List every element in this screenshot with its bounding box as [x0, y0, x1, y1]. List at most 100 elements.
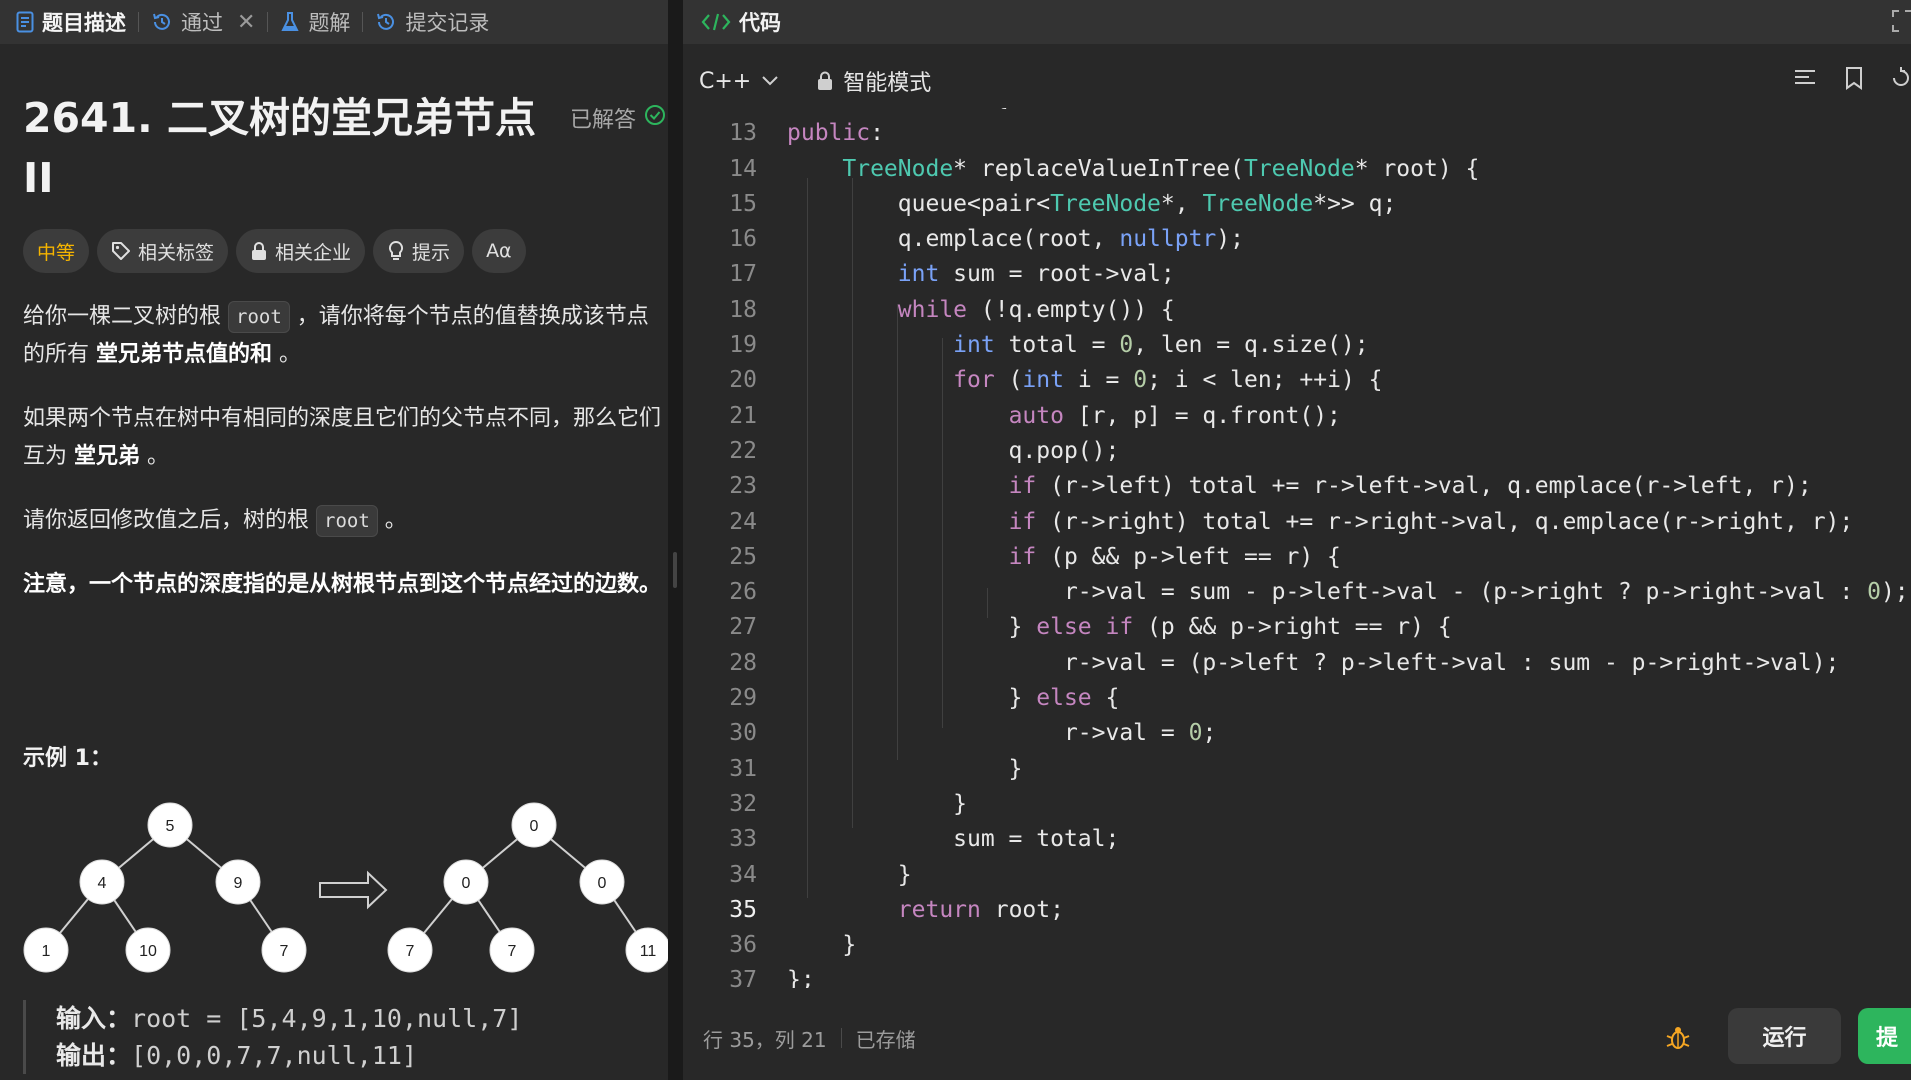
line-number: 37 — [729, 967, 757, 988]
tree-node: 7 — [406, 943, 415, 960]
lock-icon — [250, 241, 268, 261]
tab-description[interactable]: 题目描述 — [8, 0, 134, 44]
line-number: 13 — [729, 120, 757, 147]
line-number: 29 — [729, 685, 757, 712]
panel-resizer[interactable] — [668, 0, 683, 1080]
example-input: 输入：root = [5,4,9,1,10,null,7] — [56, 1000, 522, 1037]
tab-solutions-label: 题解 — [308, 11, 351, 35]
line-number: 17 — [729, 261, 757, 288]
hint-button[interactable]: 提示 — [373, 229, 465, 273]
line-number: 16 — [729, 226, 757, 253]
tab-divider — [138, 12, 139, 32]
code-text: while (!q.empty()) { — [897, 296, 1175, 323]
line-number: 20 — [729, 367, 757, 394]
code-text: q.pop(); — [787, 437, 1120, 464]
output-label: 输出： — [56, 1041, 132, 1070]
check-circle-icon — [644, 104, 666, 132]
line-number: 19 — [729, 332, 757, 359]
desc-paragraph-2: 如果两个节点在树中有相同的深度且它们的父节点不同，那么它们互为 堂兄弟 。 — [23, 400, 668, 476]
format-icon[interactable] — [1793, 66, 1817, 94]
save-status: 已存储 — [855, 1027, 916, 1052]
tree-node: 10 — [139, 943, 157, 960]
cursor-position: 行 35，列 21 — [703, 1027, 827, 1052]
editor-tools — [1793, 66, 1911, 94]
related-companies-label: 相关企业 — [275, 241, 352, 264]
desc-text: 。 — [377, 508, 407, 533]
line-number: 25 — [729, 543, 757, 570]
smart-mode-toggle[interactable]: 智能模式 — [817, 65, 931, 97]
tag-icon — [111, 241, 131, 261]
line-number: 33 — [729, 826, 757, 853]
line-number: 21 — [729, 402, 757, 429]
tree-node: 0 — [598, 875, 607, 892]
code-text: if (r->left) total += r->left->val, q.em… — [1008, 473, 1812, 500]
line-number: 36 — [729, 932, 757, 959]
example-io: 输入：root = [5,4,9,1,10,null,7] 输出：[0,0,0,7… — [23, 1000, 522, 1074]
close-icon[interactable]: ✕ — [237, 10, 255, 35]
line-number: 18 — [729, 296, 757, 323]
resizer-grip[interactable] — [673, 552, 677, 588]
desc-text: 请你返回修改值之后，树的根 — [23, 508, 316, 533]
tab-solutions[interactable]: 题解 — [272, 0, 358, 44]
editor-toolbar: C++ 智能模式 — [683, 54, 1911, 108]
related-companies-button[interactable]: 相关企业 — [236, 229, 366, 273]
problem-panel: 题目描述 通过 ✕ 题解 提交记录 2641. 二叉树的堂兄弟节点 II 已解答 — [0, 0, 668, 1080]
code-text: } — [787, 861, 912, 888]
translate-button[interactable]: Aα — [472, 229, 526, 273]
line-number: 35 — [729, 896, 757, 923]
tree-node: 9 — [234, 875, 243, 892]
history-icon — [151, 11, 173, 33]
tab-divider — [267, 12, 269, 32]
code-text: r->val = (p->left ? p->left->val : sum -… — [787, 649, 1840, 676]
output-value: [0,0,0,7,7,null,11] — [131, 1041, 417, 1070]
inline-code-root: root — [228, 301, 290, 333]
desc-paragraph-3: 请你返回修改值之后，树的根 root 。 — [23, 502, 668, 540]
chevron-down-icon — [761, 75, 779, 87]
code-editor[interactable]: 12 class Solution {13 public: 14 TreeNode* … — [683, 108, 1911, 988]
tree-node: 4 — [98, 875, 107, 892]
smart-mode-label: 智能模式 — [843, 71, 932, 96]
run-button[interactable]: 运行 — [1728, 1008, 1841, 1064]
code-text: } — [787, 932, 857, 959]
code-tab-label: 代码 — [739, 11, 781, 35]
input-label: 输入： — [56, 1004, 132, 1033]
reset-icon[interactable] — [1891, 66, 1911, 94]
code-tab[interactable]: 代码 — [701, 7, 781, 37]
submit-button[interactable]: 提 — [1858, 1008, 1911, 1064]
bookmark-icon[interactable] — [1843, 66, 1865, 94]
indent-guide — [942, 338, 943, 728]
code-text: }; — [787, 967, 815, 988]
language-label: C++ — [699, 68, 752, 94]
expand-icon[interactable] — [1891, 9, 1911, 37]
note-bold: 注意 — [23, 572, 68, 597]
related-tags-label: 相关标签 — [138, 241, 215, 264]
status-bar: 行 35，列 21 已存储 — [683, 1016, 1911, 1060]
solved-status: 已解答 — [570, 102, 666, 134]
code-text: public: — [787, 120, 884, 147]
line-number: 26 — [729, 579, 757, 606]
code-text: return root; — [897, 896, 1064, 923]
code-text: r->val = sum - p->left->val - (p->right … — [787, 579, 1909, 606]
desc-text: 。 — [272, 342, 302, 367]
desc-bold: 堂兄弟节点值的和 — [96, 342, 273, 367]
related-tags-button[interactable]: 相关标签 — [97, 229, 229, 273]
solved-label: 已解答 — [570, 108, 637, 133]
tab-accepted[interactable]: 通过 ✕ — [143, 0, 263, 44]
desc-text: 。 — [140, 444, 170, 469]
code-text: } else if (p && p->right == r) { — [787, 614, 1452, 641]
problem-tabbar: 题目描述 通过 ✕ 题解 提交记录 — [0, 0, 668, 44]
code-text: q.emplace(root, nullptr); — [787, 226, 1244, 253]
tab-divider — [362, 12, 364, 32]
indent-guide — [987, 588, 988, 618]
code-text: sum = total; — [787, 826, 1120, 853]
example-title: 示例 1： — [23, 746, 112, 771]
input-value: root = [5,4,9,1,10,null,7] — [131, 1004, 523, 1033]
code-text: for (int i = 0; i < len; ++i) { — [953, 367, 1383, 394]
language-select[interactable]: C++ — [699, 69, 779, 94]
debug-icon[interactable] — [1664, 1024, 1692, 1056]
flask-icon — [280, 11, 300, 33]
desc-note: 注意，一个节点的深度指的是从树根节点到这个节点经过的边数。 — [23, 566, 668, 604]
document-icon — [16, 11, 34, 33]
lock-icon — [817, 71, 833, 91]
tab-submissions[interactable]: 提交记录 — [367, 0, 497, 44]
